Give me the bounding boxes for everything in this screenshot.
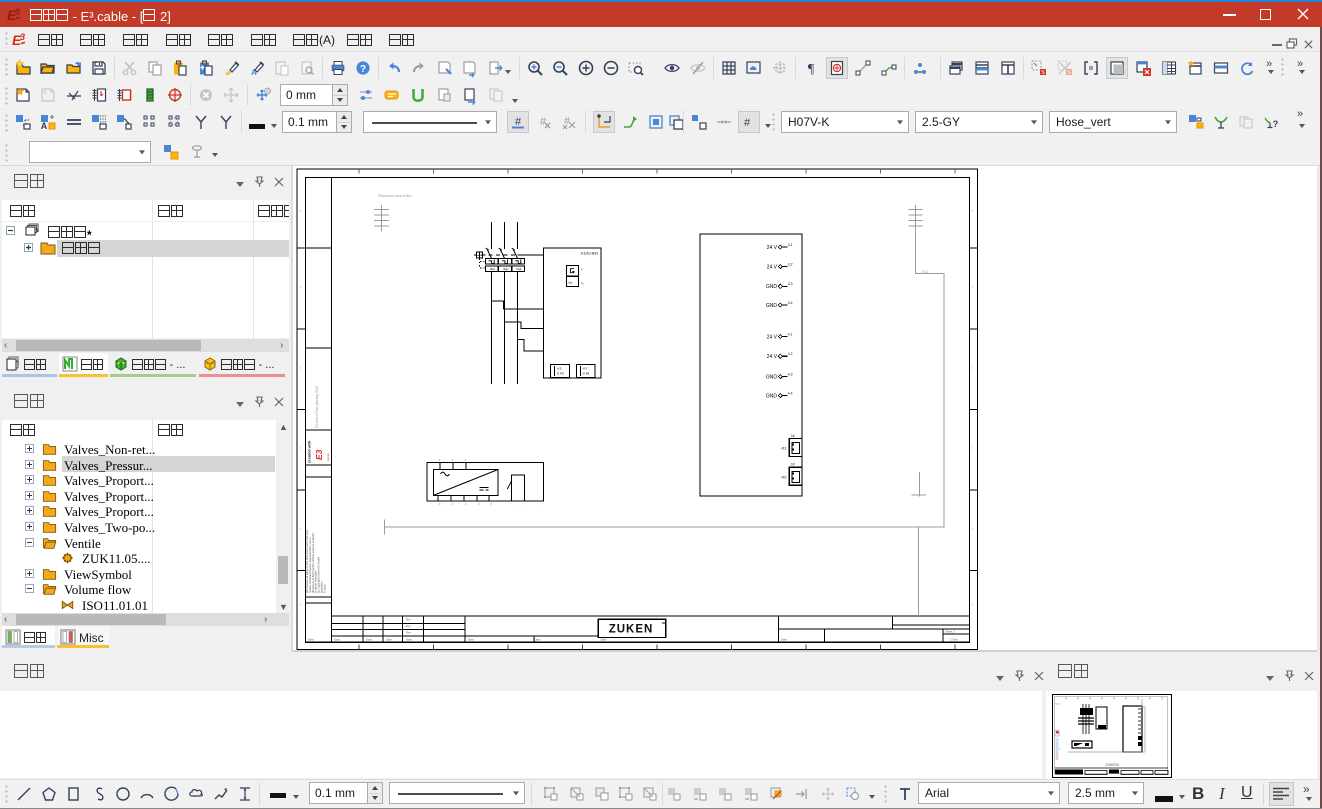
- svg-text:Date: Date: [468, 638, 474, 642]
- svg-text:N: N: [582, 282, 584, 286]
- svg-text:24 V: 24 V: [767, 264, 778, 270]
- svg-text:-K3: -K3: [557, 367, 562, 371]
- svg-text:Placement area of the...: Placement area of the...: [378, 194, 414, 198]
- svg-text:Sheet 2: Sheet 2: [945, 630, 955, 634]
- svg-text:I&gt;: I&gt;: [517, 267, 523, 271]
- svg-text:#: #: [744, 117, 751, 129]
- svg-text:Uar: Uar: [568, 281, 573, 285]
- svg-text:2 Shts: 2 Shts: [950, 638, 959, 642]
- svg-text:1: 1: [439, 458, 441, 462]
- svg-text:A: A: [41, 121, 48, 131]
- svg-text:Date: Date: [601, 638, 607, 642]
- svg-text:I&gt;: I&gt;: [503, 267, 509, 271]
- svg-text:4.3: 4.3: [788, 372, 793, 376]
- svg-text:GND: GND: [766, 393, 778, 399]
- svg-text:GND: GND: [766, 374, 778, 380]
- svg-text:series: series: [326, 452, 330, 461]
- svg-text:Date: Date: [781, 638, 787, 642]
- svg-text:.: .: [536, 502, 537, 506]
- svg-text:GND: GND: [766, 284, 778, 290]
- svg-text:.: .: [522, 502, 523, 506]
- svg-text:L: L: [582, 267, 584, 271]
- svg-text:4.2: 4.2: [788, 352, 793, 356]
- svg-text:Date: Date: [308, 638, 314, 642]
- svg-text:i: i: [300, 366, 301, 370]
- svg-text:Rev: Rev: [406, 624, 412, 628]
- svg-text:2: 2: [478, 502, 480, 506]
- svg-text:3.2: 3.2: [788, 262, 793, 266]
- svg-text:/2.F8: /2.F8: [557, 372, 564, 376]
- svg-text:2: 2: [465, 502, 467, 506]
- svg-text:i: i: [973, 366, 974, 370]
- svg-text:I&gt;: I&gt;: [490, 267, 496, 271]
- svg-text:3: 3: [15, 7, 20, 17]
- svg-text:-X1: -X1: [780, 446, 787, 451]
- svg-text:GND: GND: [766, 303, 778, 309]
- svg-text:ZUKEN: ZUKEN: [1105, 762, 1119, 767]
- svg-text:Date: Date: [406, 638, 412, 642]
- svg-text:1#: 1#: [791, 463, 795, 467]
- svg-text:i: i: [973, 209, 974, 213]
- svg-text:1: 1: [452, 458, 454, 462]
- svg-text:3.3: 3.3: [788, 282, 793, 286]
- svg-text:i: i: [973, 603, 974, 607]
- svg-text:24 V: 24 V: [767, 354, 778, 360]
- svg-text:Date: Date: [334, 638, 340, 642]
- svg-text:24 V: 24 V: [767, 334, 778, 340]
- svg-text:i: i: [300, 285, 301, 289]
- svg-text:4.4: 4.4: [788, 391, 793, 395]
- svg-text:¶: ¶: [808, 62, 815, 77]
- svg-text:2: 2: [490, 502, 492, 506]
- svg-text:i: i: [973, 446, 974, 450]
- svg-text:-K3: -K3: [582, 367, 587, 371]
- svg-text:E-class: E-class: [322, 584, 326, 593]
- svg-text:-K1/ZU-B03: -K1/ZU-B03: [580, 252, 598, 256]
- svg-text:i: i: [300, 527, 301, 531]
- svg-text:i: i: [973, 285, 974, 289]
- svg-text:i: i: [300, 603, 301, 607]
- svg-text:#: #: [515, 116, 522, 128]
- svg-text:i: i: [300, 209, 301, 213]
- svg-text:Date: Date: [535, 638, 541, 642]
- svg-text:S: S: [1067, 70, 1071, 76]
- svg-text:Date: Date: [366, 638, 372, 642]
- svg-text:E3: E3: [314, 449, 324, 460]
- svg-text:24 V: 24 V: [767, 245, 778, 251]
- svg-text:3.4: 3.4: [788, 301, 793, 305]
- svg-text:Date: Date: [386, 638, 392, 642]
- svg-text:S: S: [1041, 70, 1045, 76]
- svg-text:?: ?: [1273, 119, 1279, 129]
- svg-text:?: ?: [360, 64, 366, 75]
- svg-text:created with: created with: [308, 440, 312, 463]
- svg-text:.: .: [513, 502, 514, 506]
- svg-text:i: i: [300, 446, 301, 450]
- svg-text:1#: 1#: [791, 434, 795, 438]
- svg-text:2: 2: [452, 502, 454, 506]
- svg-text:2: 2: [439, 502, 441, 506]
- svg-text:3: 3: [20, 32, 25, 42]
- svg-text:3.1: 3.1: [788, 243, 793, 247]
- svg-text:E3.series Fluid planning 2020: E3.series Fluid planning 2020: [315, 386, 319, 428]
- svg-text:1: 1: [465, 458, 467, 462]
- svg-text:-X2: -X2: [780, 474, 787, 479]
- svg-text:Rev: Rev: [406, 631, 412, 635]
- svg-text:4.1: 4.1: [788, 332, 793, 336]
- svg-text:ZUKEN: ZUKEN: [609, 624, 654, 636]
- svg-text:-XC1: -XC1: [921, 270, 929, 274]
- svg-text:i: i: [973, 527, 974, 531]
- svg-text:/2.F8: /2.F8: [582, 372, 589, 376]
- svg-text:Rev: Rev: [406, 618, 412, 622]
